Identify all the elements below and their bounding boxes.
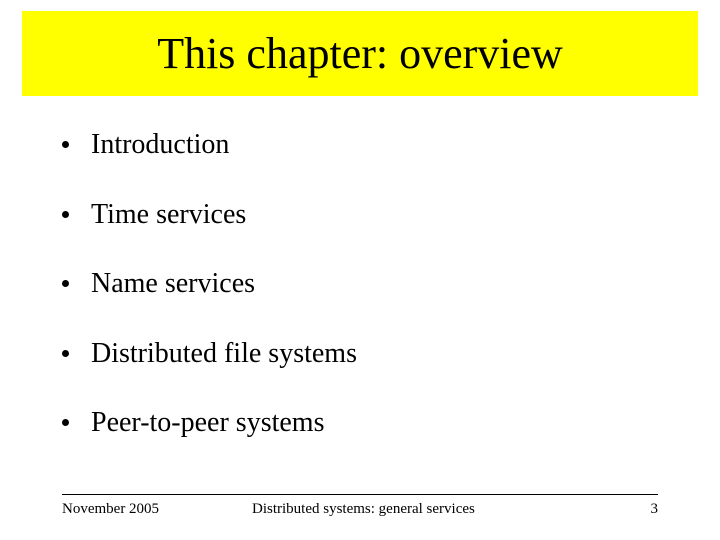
bullet-icon: [62, 211, 69, 218]
list-item: Time services: [62, 198, 662, 232]
bullet-list: Introduction Time services Name services…: [62, 128, 662, 476]
bullet-icon: [62, 419, 69, 426]
list-item: Name services: [62, 267, 662, 301]
list-item: Distributed file systems: [62, 337, 662, 371]
bullet-text: Distributed file systems: [91, 337, 357, 371]
slide-title: This chapter: overview: [157, 28, 563, 79]
bullet-text: Name services: [91, 267, 255, 301]
list-item: Peer-to-peer systems: [62, 406, 662, 440]
slide-footer: November 2005 Distributed systems: gener…: [62, 494, 658, 518]
page-number: 3: [618, 501, 658, 518]
bullet-icon: [62, 350, 69, 357]
footer-row: November 2005 Distributed systems: gener…: [62, 501, 658, 518]
bullet-text: Peer-to-peer systems: [91, 406, 324, 440]
title-banner: This chapter: overview: [22, 11, 698, 96]
bullet-text: Introduction: [91, 128, 229, 162]
footer-date: November 2005: [62, 501, 242, 518]
bullet-text: Time services: [91, 198, 246, 232]
list-item: Introduction: [62, 128, 662, 162]
bullet-icon: [62, 141, 69, 148]
bullet-icon: [62, 280, 69, 287]
footer-title: Distributed systems: general services: [242, 501, 618, 518]
footer-divider: [62, 494, 658, 495]
